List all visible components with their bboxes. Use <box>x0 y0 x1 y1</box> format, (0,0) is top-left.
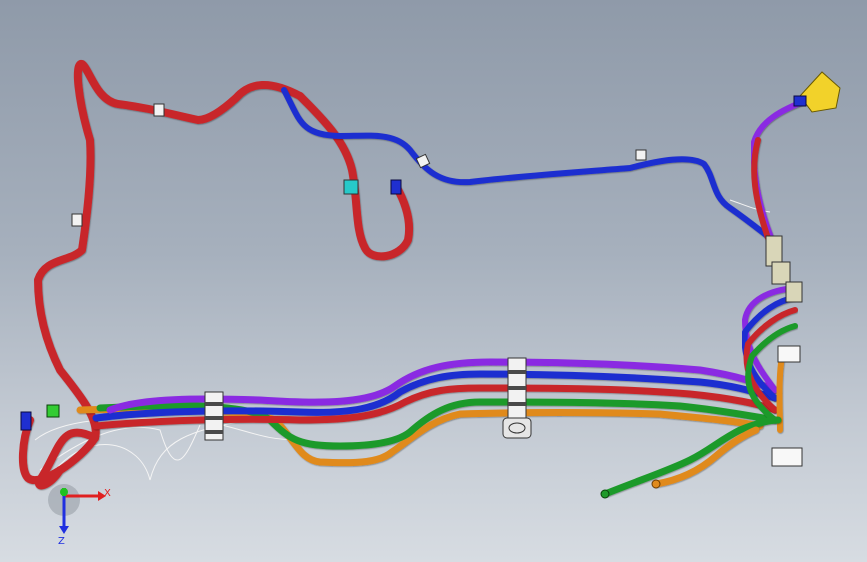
bundle-clamp-middle[interactable] <box>502 357 532 439</box>
orange-pipe-segment[interactable] <box>652 426 760 488</box>
bundle-clamp-left[interactable] <box>204 391 224 441</box>
green-pipe-end <box>600 489 610 499</box>
z-axis-label: Z <box>58 536 65 547</box>
cyan-connector[interactable] <box>343 179 359 195</box>
yellow-valve-fitting[interactable] <box>793 71 841 113</box>
bottom-bundle[interactable] <box>76 358 779 467</box>
y-axis-dot <box>60 488 68 496</box>
right-riser-group[interactable] <box>750 97 811 243</box>
pipe-clip <box>71 213 83 227</box>
cad-viewport[interactable]: X Z <box>0 0 867 562</box>
right-bracket-box[interactable] <box>771 345 803 467</box>
pipe-clip <box>635 149 647 161</box>
green-end-fitting[interactable] <box>46 404 60 418</box>
axis-triad: X Z <box>48 484 111 547</box>
red-pipe-segment[interactable] <box>296 92 413 261</box>
blue-end-fitting[interactable] <box>20 411 32 431</box>
z-axis-arrowhead <box>59 526 69 534</box>
lower-right-branches[interactable] <box>601 416 782 498</box>
x-axis-label: X <box>104 488 111 499</box>
orange-pipe-end <box>651 479 661 489</box>
blue-fitting[interactable] <box>390 179 402 195</box>
red-pipe-segment[interactable] <box>751 137 771 241</box>
pipe-clip <box>153 103 165 117</box>
